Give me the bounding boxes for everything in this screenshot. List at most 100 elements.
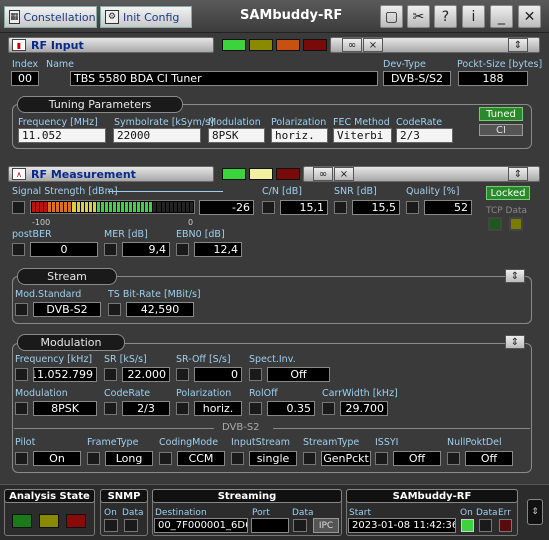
name-label: Name [46,59,75,70]
devtype-value: DVB-S/S2 [383,71,451,86]
start-value: 2023-01-08 11:42:36 [348,518,456,533]
mod-pol-checkbox[interactable] [176,402,189,415]
bitrate-label: TS Bit-Rate [MBit/s] [108,289,201,300]
pilot-label: Pilot [15,437,36,448]
mod-spect-checkbox[interactable] [249,368,262,381]
signal-strength-segment [137,202,141,212]
close-icon[interactable]: ✕ [518,5,541,28]
port-value [251,518,289,533]
signal-strength-checkbox[interactable] [12,201,25,214]
mod-carrwidth-value: 29.700 [340,401,388,416]
mod-rolloff-label: RolOff [249,388,278,399]
signal-strength-segment [129,202,133,212]
index-value: 00 [11,71,39,86]
collapse-icon[interactable]: ⇕ [508,167,528,181]
rf-input-led-orange [276,39,300,51]
nullpkt-value: Off [465,451,513,466]
mod-cr-checkbox[interactable] [104,402,117,415]
signal-strength-segment [157,202,161,212]
signal-strength-segment [68,202,72,212]
init-config-tab[interactable]: ⚙ Init Config [100,6,192,28]
postber-checkbox[interactable] [12,243,25,256]
signal-strength-segment [52,202,56,212]
ebn0-checkbox[interactable] [176,243,189,256]
signal-strength-label: Signal Strength [dBm] [12,186,118,197]
tools-icon[interactable]: ✂ [407,5,430,28]
signal-strength-segment [104,202,108,212]
signal-strength-value: -26 [199,200,254,215]
frametype-checkbox[interactable] [87,452,100,465]
pktsize-label: Pockt-Size [bytes] [457,59,543,70]
tuning-title: Tuning Parameters [17,96,183,113]
pilot-checkbox[interactable] [15,452,28,465]
mod-spect-label: Spect.Inv. [249,354,296,365]
modstd-checkbox[interactable] [15,303,28,316]
codingmode-checkbox[interactable] [159,452,172,465]
unlink-icon[interactable]: ⨯ [363,38,383,52]
index-label: Index [12,59,39,70]
snmp-data-led [124,519,138,532]
link-icon[interactable]: ∞ [342,38,362,52]
mod-mod-checkbox[interactable] [15,402,28,415]
destination-value: 00_7F000001_6D6 [154,518,248,533]
mod-rolloff-checkbox[interactable] [249,402,262,415]
snr-value: 15,5 [352,200,400,215]
pilot-value: On [33,451,81,466]
init-config-tab-label: Init Config [123,10,180,24]
signal-strength-segment [84,202,88,212]
tuning-sr-input[interactable]: 22000 [113,128,201,143]
snr-checkbox[interactable] [334,201,347,214]
tuning-fec-select[interactable]: Viterbi [333,128,392,143]
tuning-freq-input[interactable]: 11.052 [18,128,106,143]
link-icon[interactable]: ∞ [313,167,333,181]
mod-sroff-checkbox[interactable] [176,368,189,381]
tuning-mod-select[interactable]: 8PSK [208,128,265,143]
signal-strength-segment [40,202,44,212]
minimize-icon[interactable]: _ [490,5,513,28]
sambuddy-status-title: SAMbuddy-RF [346,489,518,503]
streaming-title: Streaming [152,489,342,503]
streamtype-checkbox[interactable] [303,452,316,465]
mod-rolloff-value: 0.35 [267,401,315,416]
tuning-cr-select[interactable]: 2/3 [396,128,453,143]
bitrate-value: 42,590 [126,302,194,317]
tuning-cr-label: CodeRate [396,117,443,128]
tuning-pol-select[interactable]: horiz. [271,128,328,143]
mod-cr-label: CodeRate [104,388,151,399]
pktsize-value: 188 [458,71,528,86]
ipc-button[interactable]: IPC [313,518,339,533]
unlink-icon[interactable]: ⨯ [334,167,354,181]
cn-checkbox[interactable] [262,201,275,214]
modulation-title: Modulation [17,334,125,351]
tuning-pol-label: Polarization [271,117,327,128]
modulation-collapse-icon[interactable]: ⇕ [505,335,525,349]
bitrate-checkbox[interactable] [108,303,121,316]
signal-strength-segment [177,202,181,212]
quality-label: Quality [%] [406,186,460,197]
modstd-value: DVB-S2 [33,302,101,317]
issyi-checkbox[interactable] [375,452,388,465]
mer-checkbox[interactable] [104,243,117,256]
signal-strength-segment [80,202,84,212]
mod-sr-checkbox[interactable] [104,368,117,381]
nullpkt-checkbox[interactable] [447,452,460,465]
signal-strength-segment [173,202,177,212]
inputstream-checkbox[interactable] [231,452,244,465]
quality-checkbox[interactable] [406,201,419,214]
rf-input-icon: ▮ [12,39,26,51]
start-label: Start [349,508,371,518]
collapse-icon[interactable]: ⇕ [508,38,528,52]
constellation-tab-label: Constellation [23,10,96,24]
signal-strength-segment [100,202,104,212]
constellation-tab[interactable]: ▦ Constellation [4,6,97,28]
err-led [499,519,512,532]
signal-strength-segment [165,202,169,212]
status-scroll-icon[interactable]: ⇕ [527,499,543,525]
stream-collapse-icon[interactable]: ⇕ [505,269,525,283]
dvbs2-divider-left [14,428,214,429]
document-icon[interactable]: ▢ [380,5,403,28]
help-icon[interactable]: ? [434,5,457,28]
mod-freq-checkbox[interactable] [15,368,28,381]
info-icon[interactable]: i [462,5,485,28]
mod-carrwidth-checkbox[interactable] [322,402,335,415]
